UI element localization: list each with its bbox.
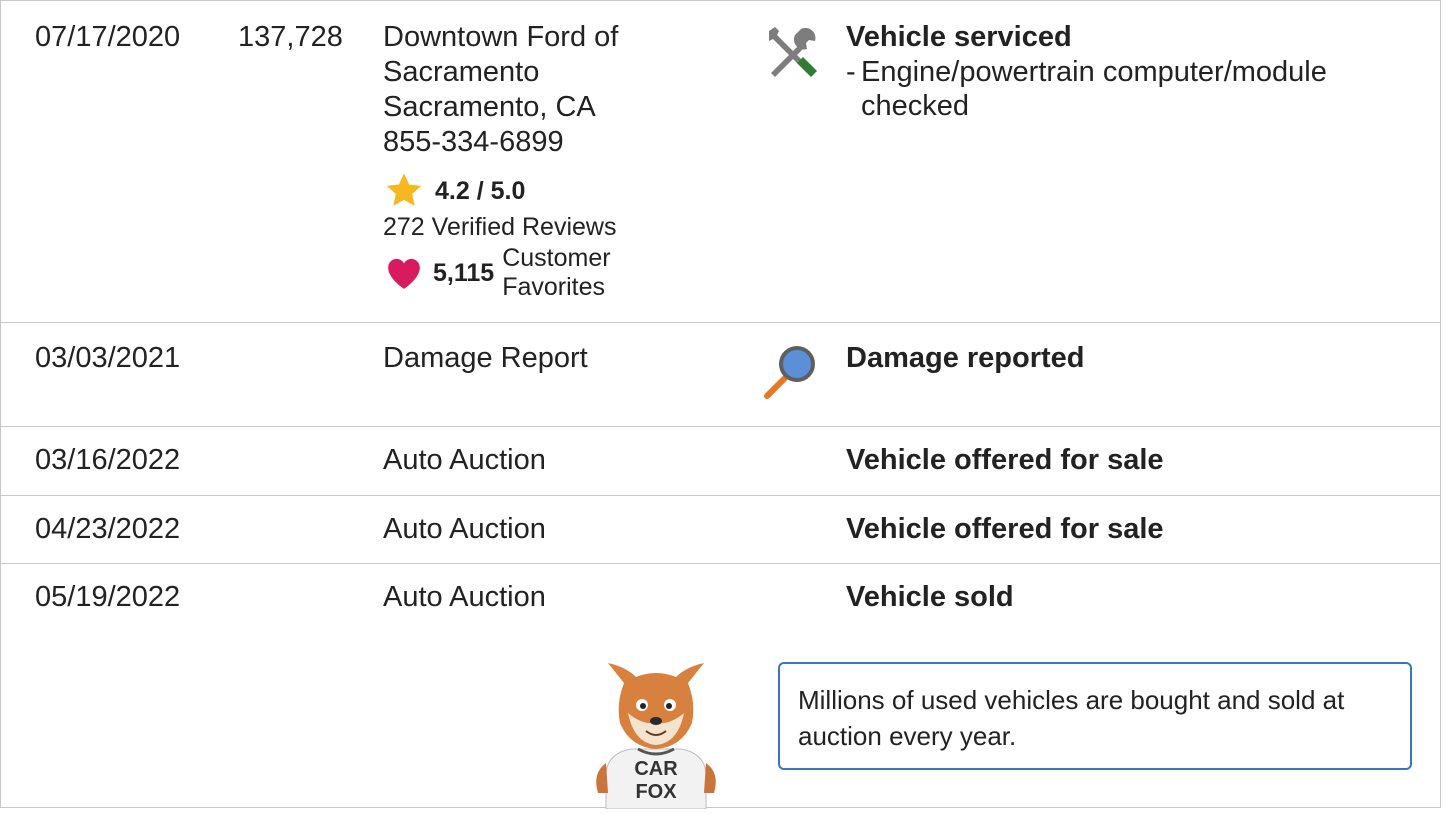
row-date: 03/03/2021 [35, 342, 181, 374]
event-detail-text: Engine/powertrain computer/module checke… [861, 56, 1327, 122]
event-title: Damage reported [846, 342, 1085, 374]
row-date: 05/19/2022 [35, 581, 181, 613]
mascot-shirt-line1: CAR [634, 758, 678, 780]
carfox-mascot: CAR FOX [586, 653, 726, 814]
row-date: 03/16/2022 [35, 444, 181, 476]
rating-value: 4.2 / 5.0 [435, 176, 526, 205]
row-source: Auto Auction [383, 444, 546, 476]
row-comment: Vehicle sold [846, 580, 1426, 615]
row-comment: Vehicle serviced - Engine/powertrain com… [846, 20, 1426, 123]
wrench-screwdriver-icon [761, 23, 821, 88]
dealer-phone[interactable]: 855-334-6899 [383, 125, 723, 160]
dealer-name-line2[interactable]: Sacramento [383, 55, 723, 90]
customer-favorites: 5,115 Customer Favorites [383, 244, 723, 302]
event-title: Vehicle offered for sale [846, 513, 1164, 545]
row-comment: Vehicle offered for sale [846, 512, 1426, 547]
event-title: Vehicle offered for sale [846, 444, 1164, 476]
table-row: 07/17/2020 137,728 Downtown Ford of Sacr… [1, 1, 1440, 323]
dealer-rating[interactable]: 4.2 / 5.0 [383, 170, 723, 212]
row-source: Damage Report [383, 342, 588, 374]
bullet-dash: - [846, 56, 856, 88]
row-comment: Damage reported [846, 341, 1426, 376]
event-title: Vehicle serviced [846, 21, 1072, 53]
row-source: Downtown Ford of Sacramento Sacramento, … [383, 20, 723, 302]
table-row: 03/03/2021 Damage Report Damage reported [1, 322, 1440, 427]
event-title: Vehicle sold [846, 581, 1014, 613]
dealer-location: Sacramento, CA [383, 91, 596, 123]
favorites-count: 5,115 [433, 258, 495, 287]
vehicle-history-table: 07/17/2020 137,728 Downtown Ford of Sacr… [0, 0, 1441, 810]
row-source: Auto Auction [383, 581, 546, 613]
heart-icon [388, 258, 420, 289]
favorites-label-line2: Favorites [502, 273, 605, 301]
row-date: 07/17/2020 [35, 21, 181, 53]
row-mileage: 137,728 [238, 21, 343, 53]
table-row: 03/16/2022 Auto Auction Vehicle offered … [1, 426, 1440, 496]
auction-info-callout: Millions of used vehicles are bought and… [778, 662, 1412, 770]
verified-reviews-link[interactable]: 272 Verified Reviews [383, 212, 723, 242]
row-date: 04/23/2022 [35, 513, 181, 545]
event-detail: - Engine/powertrain computer/module chec… [846, 55, 1426, 123]
star-icon [386, 173, 422, 206]
table-row: 04/23/2022 Auto Auction Vehicle offered … [1, 495, 1440, 564]
magnifier-icon [761, 342, 821, 407]
dealer-name-line1[interactable]: Downtown Ford of [383, 20, 723, 55]
favorites-label-line1: Customer [502, 244, 611, 272]
row-comment: Vehicle offered for sale [846, 443, 1426, 478]
row-source: Auto Auction [383, 513, 546, 545]
mascot-shirt-line2: FOX [635, 781, 677, 803]
favorites-label: Customer Favorites [502, 244, 610, 302]
